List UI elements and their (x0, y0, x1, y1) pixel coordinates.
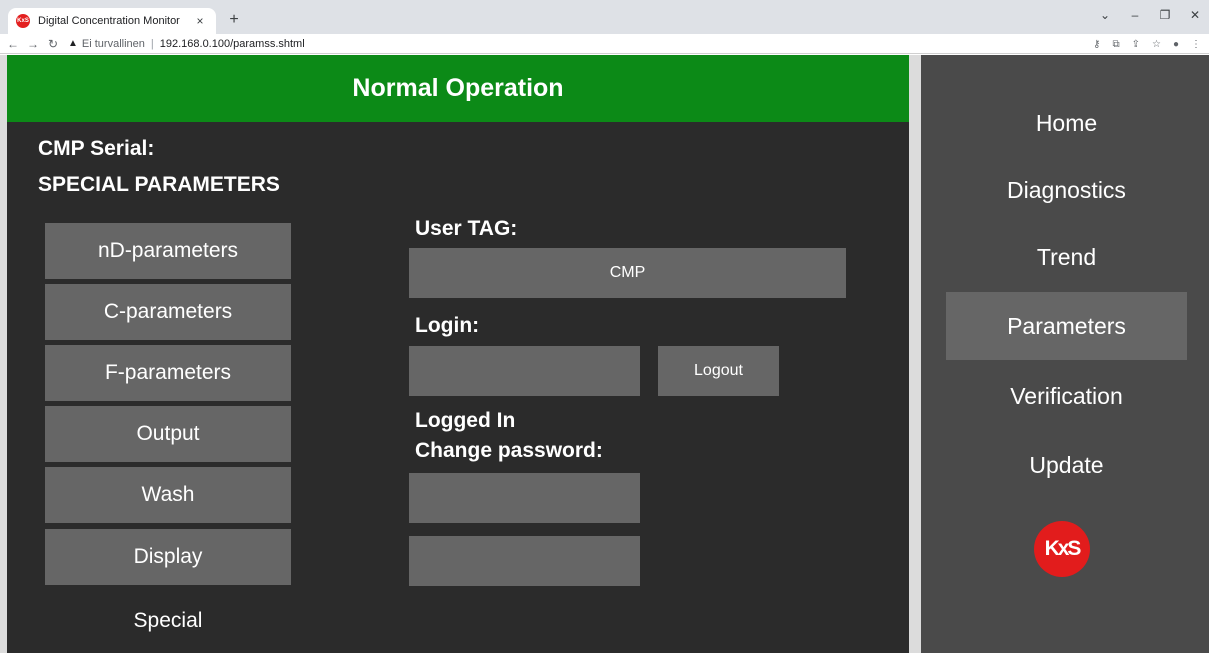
sidebar-item-update[interactable]: Update (946, 431, 1187, 499)
new-tab-button[interactable]: + (223, 10, 245, 30)
key-icon[interactable]: ⚷ (1093, 39, 1100, 50)
app-container: Normal Operation CMP Serial: SPECIAL PAR… (0, 55, 1209, 653)
address-bar: ← → ↻ ▲ Ei turvallinen | 192.168.0.100/p… (0, 34, 1209, 54)
f-parameters-button[interactable]: F-parameters (45, 345, 291, 401)
profile-icon[interactable]: ● (1173, 39, 1179, 50)
new-password-input[interactable] (409, 473, 640, 523)
output-button[interactable]: Output (45, 406, 291, 462)
browser-tab[interactable]: KxS Digital Concentration Monitor × (8, 8, 216, 34)
sidebar-item-parameters[interactable]: Parameters (946, 292, 1187, 360)
back-icon[interactable]: ← (6, 37, 20, 51)
wash-button[interactable]: Wash (45, 467, 291, 523)
login-label: Login: (415, 314, 480, 337)
reload-icon[interactable]: ↻ (46, 37, 60, 51)
minimize-icon[interactable]: – (1127, 8, 1143, 22)
browser-toolbar: ⚷ ⧉ ⇪ ☆ ● ⋮ (1093, 34, 1201, 54)
main-panel: Normal Operation CMP Serial: SPECIAL PAR… (7, 55, 909, 653)
bookmark-star-icon[interactable]: ☆ (1152, 39, 1161, 50)
security-warning-text[interactable]: Ei turvallinen (82, 38, 145, 50)
status-banner: Normal Operation (7, 55, 909, 122)
confirm-password-input[interactable] (409, 536, 640, 586)
login-password-input[interactable] (409, 346, 640, 396)
special-button[interactable]: Special (45, 593, 291, 649)
nd-parameters-button[interactable]: nD-parameters (45, 223, 291, 279)
sidebar-item-verification[interactable]: Verification (946, 362, 1187, 430)
share-icon[interactable]: ⇪ (1132, 39, 1140, 50)
restore-icon[interactable]: ❐ (1157, 8, 1173, 22)
favicon-icon: KxS (16, 14, 30, 28)
sidebar-item-home[interactable]: Home (946, 89, 1187, 157)
sidebar-item-trend[interactable]: Trend (946, 223, 1187, 291)
logout-button[interactable]: Logout (658, 346, 779, 396)
warning-icon[interactable]: ▲ (68, 38, 78, 49)
close-window-icon[interactable]: ✕ (1187, 8, 1203, 22)
section-title: SPECIAL PARAMETERS (38, 173, 280, 196)
menu-icon[interactable]: ⋮ (1191, 39, 1201, 50)
c-parameters-button[interactable]: C-parameters (45, 284, 291, 340)
url-field[interactable]: 192.168.0.100/paramss.shtml (160, 38, 305, 50)
window-controls: ⌄ – ❐ ✕ (1097, 8, 1203, 22)
logged-in-status: Logged In (415, 409, 516, 432)
close-tab-icon[interactable]: × (192, 14, 208, 28)
display-button[interactable]: Display (45, 529, 291, 585)
user-tag-label: User TAG: (415, 217, 518, 240)
user-tag-field[interactable]: CMP (409, 248, 846, 298)
forward-icon[interactable]: → (26, 37, 40, 51)
serial-label: CMP Serial: (38, 137, 155, 160)
tab-search-icon[interactable]: ⌄ (1097, 8, 1113, 22)
sidebar-nav: Home Diagnostics Trend Parameters Verifi… (921, 55, 1209, 653)
browser-tab-bar: KxS Digital Concentration Monitor × + ⌄ … (0, 0, 1209, 34)
translate-icon[interactable]: ⧉ (1112, 39, 1119, 50)
sidebar-item-diagnostics[interactable]: Diagnostics (946, 156, 1187, 224)
tab-title: Digital Concentration Monitor (38, 15, 180, 27)
kxs-logo: KxS (1034, 521, 1090, 577)
url-separator: | (150, 37, 154, 50)
change-password-label: Change password: (415, 439, 603, 462)
